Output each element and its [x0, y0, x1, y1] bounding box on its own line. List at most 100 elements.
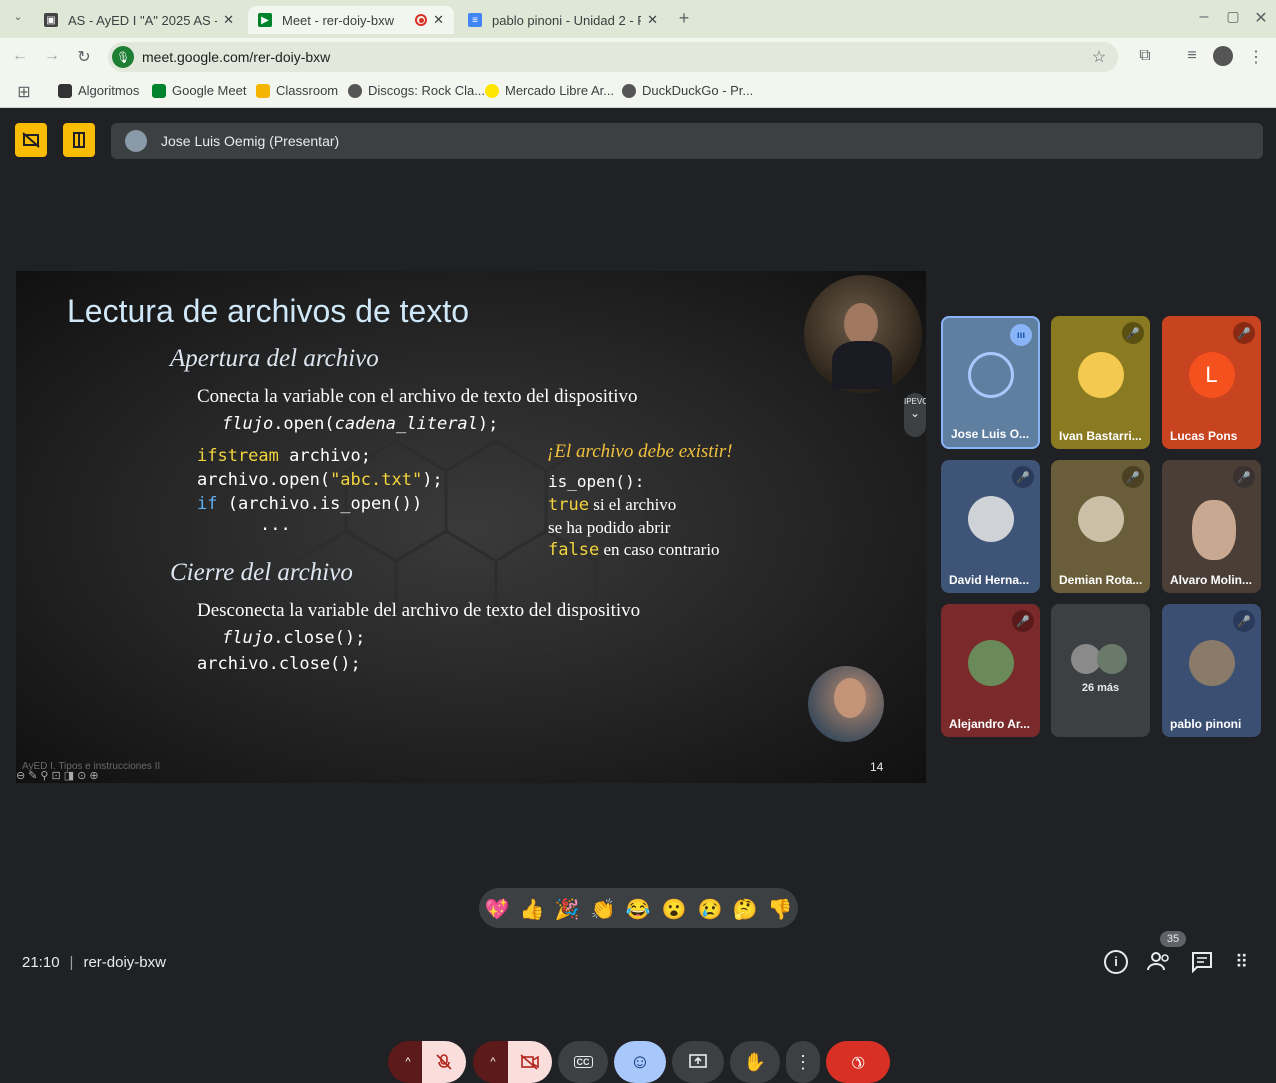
code-token: );	[477, 414, 499, 434]
mic-off-icon: 🎤	[1233, 466, 1255, 488]
slide-text: se ha podido abrir	[548, 518, 671, 537]
close-icon[interactable]: ✕	[223, 12, 234, 28]
participant-name: Alejandro Ar...	[949, 717, 1030, 731]
mic-in-use-icon[interactable]: 🎙	[112, 46, 134, 68]
raise-hand-button[interactable]: ✋	[730, 1041, 780, 1083]
slide-heading: Apertura del archivo	[170, 345, 379, 372]
participant-tile[interactable]: L 🎤 Lucas Pons	[1162, 316, 1261, 449]
code-line: archivo.close();	[197, 654, 361, 674]
bookmark-item[interactable]: Classroom	[256, 83, 338, 98]
bookmark-item[interactable]: Google Meet	[152, 83, 246, 98]
apps-icon[interactable]: ⊞	[12, 82, 36, 102]
participant-tile[interactable]: 🎤 pablo pinoni	[1162, 604, 1261, 737]
bookmark-item[interactable]: DuckDuckGo - Pr...	[622, 83, 753, 98]
captions-button[interactable]: CC	[558, 1041, 608, 1083]
avatar: L	[1188, 351, 1235, 398]
browser-toolbar: ← → ↻ 🎙 meet.google.com/rer-doiy-bxw ☆ ⧉…	[0, 38, 1276, 76]
stop-presenting-icon[interactable]	[15, 123, 47, 157]
code-token: (archivo.is_open())	[217, 494, 423, 514]
activities-icon[interactable]: ⠿	[1235, 953, 1255, 973]
participant-tile[interactable]: 🎤 Demian Rota...	[1051, 460, 1150, 593]
people-button[interactable]	[1146, 950, 1172, 974]
webcam-presenter	[804, 275, 922, 393]
video-face	[1192, 500, 1236, 560]
bookmark-item[interactable]: Mercado Libre Ar...	[485, 83, 614, 98]
slide-tools[interactable]: ⊖✎⚲⊡◨⊙⊕	[16, 769, 102, 782]
meet-area: Jose Luis Oemig (Presentar) Lectura de a…	[0, 108, 1276, 1083]
body	[832, 341, 892, 389]
media-control-icon[interactable]: ≡	[1180, 47, 1204, 65]
bookmark-label: Discogs: Rock Cla...	[368, 83, 486, 98]
video-options-button[interactable]: ^	[473, 1041, 513, 1083]
mic-toggle-button[interactable]	[422, 1041, 466, 1083]
code-token: cadena_literal	[334, 414, 478, 434]
code-token: archivo;	[278, 446, 372, 466]
leave-call-button[interactable]: ✆	[826, 1041, 890, 1083]
minimize-icon[interactable]: –	[1192, 8, 1216, 26]
bookmarks-bar: ⊞ Algoritmos Google Meet Classroom Disco…	[0, 76, 1276, 108]
tab-classroom[interactable]: ▣ AS - AyED I "A" 2025 AS - Al ✕	[34, 6, 244, 34]
participant-tile[interactable]: 🎤 Alvaro Molin...	[1162, 460, 1261, 593]
bookmark-item[interactable]: Discogs: Rock Cla...	[348, 83, 485, 98]
exit-icon[interactable]	[63, 123, 95, 157]
mic-off-icon: 🎤	[1233, 610, 1255, 632]
tab-title: AS - AyED I "A" 2025 AS - Al	[68, 12, 218, 28]
present-button[interactable]	[672, 1041, 724, 1083]
participant-name: pablo pinoni	[1170, 717, 1242, 731]
chat-button[interactable]	[1191, 951, 1213, 974]
code-line: ...	[260, 515, 291, 535]
mic-off-icon: 🎤	[1012, 610, 1034, 632]
reload-icon[interactable]: ↻	[72, 47, 96, 67]
slide-title: Lectura de archivos de texto	[67, 293, 470, 329]
code-line: flujo.close();	[222, 628, 365, 648]
menu-icon[interactable]: ⋮	[1244, 47, 1268, 67]
back-icon[interactable]: ←	[8, 47, 32, 65]
bookmark-label: Google Meet	[172, 83, 247, 98]
extensions-icon[interactable]: ⧉	[1133, 47, 1157, 65]
bookmark-item[interactable]: Algoritmos	[58, 83, 139, 98]
participant-name: Lucas Pons	[1170, 429, 1238, 443]
mic-off-icon: 🎤	[1233, 322, 1255, 344]
emoji-button[interactable]: ☺	[614, 1041, 666, 1083]
mic-off-icon: 🎤	[1012, 466, 1034, 488]
presenter-label: Jose Luis Oemig (Presentar)	[161, 133, 340, 149]
participant-tile[interactable]: ııı Jose Luis O...	[941, 316, 1040, 449]
participant-tile[interactable]: 🎤 Alejandro Ar...	[941, 604, 1040, 737]
avatar	[967, 495, 1014, 542]
slide-text: false en caso contrario	[548, 540, 720, 560]
profile-avatar[interactable]	[1211, 46, 1235, 71]
chat-icon	[1192, 952, 1212, 974]
code-token: true	[548, 495, 589, 515]
side-panel-toggle[interactable]: IPEVO ⌄	[904, 393, 926, 437]
close-icon[interactable]: ✕	[433, 12, 444, 28]
present-screen-icon	[689, 1054, 707, 1068]
more-options-button[interactable]: ⋮	[786, 1041, 820, 1083]
mic-off-icon: 🎤	[1122, 466, 1144, 488]
avatar	[1077, 495, 1124, 542]
tab-title: pablo pinoni - Unidad 2 - Pa	[492, 12, 642, 28]
maximize-icon[interactable]: ▢	[1221, 8, 1245, 25]
close-icon[interactable]: ✕	[647, 12, 658, 28]
forward-icon[interactable]: →	[40, 47, 64, 65]
tab-meet[interactable]: ▶ Meet - rer-doiy-bxw ✕	[248, 6, 454, 34]
webcam-overlay	[808, 666, 884, 742]
new-tab-icon[interactable]: +	[672, 8, 696, 29]
avatar	[967, 351, 1014, 398]
participant-name: Ivan Bastarri...	[1059, 429, 1142, 443]
address-bar[interactable]: 🎙 meet.google.com/rer-doiy-bxw	[108, 42, 1118, 72]
tab-search-icon[interactable]: ⌄	[6, 10, 30, 23]
camera-toggle-button[interactable]	[508, 1041, 552, 1083]
bookmark-star-icon[interactable]: ☆	[1087, 47, 1111, 67]
participant-tile[interactable]: 🎤 Ivan Bastarri...	[1051, 316, 1150, 449]
more-participants-tile[interactable]: 26 más	[1051, 604, 1150, 737]
slide-text: Desconecta la variable del archivo de te…	[197, 600, 641, 621]
window-close-icon[interactable]: ✕	[1249, 8, 1273, 28]
code-token: );	[422, 470, 443, 490]
participant-name: David Herna...	[949, 573, 1030, 587]
code-line: is_open():	[548, 472, 645, 491]
classroom-icon: ▣	[44, 13, 58, 27]
participant-tile[interactable]: 🎤 David Herna...	[941, 460, 1040, 593]
slide-heading: Cierre del archivo	[170, 559, 353, 586]
meeting-details-icon[interactable]: i	[1104, 950, 1128, 974]
tab-docs[interactable]: ≡ pablo pinoni - Unidad 2 - Pa ✕	[458, 6, 668, 34]
